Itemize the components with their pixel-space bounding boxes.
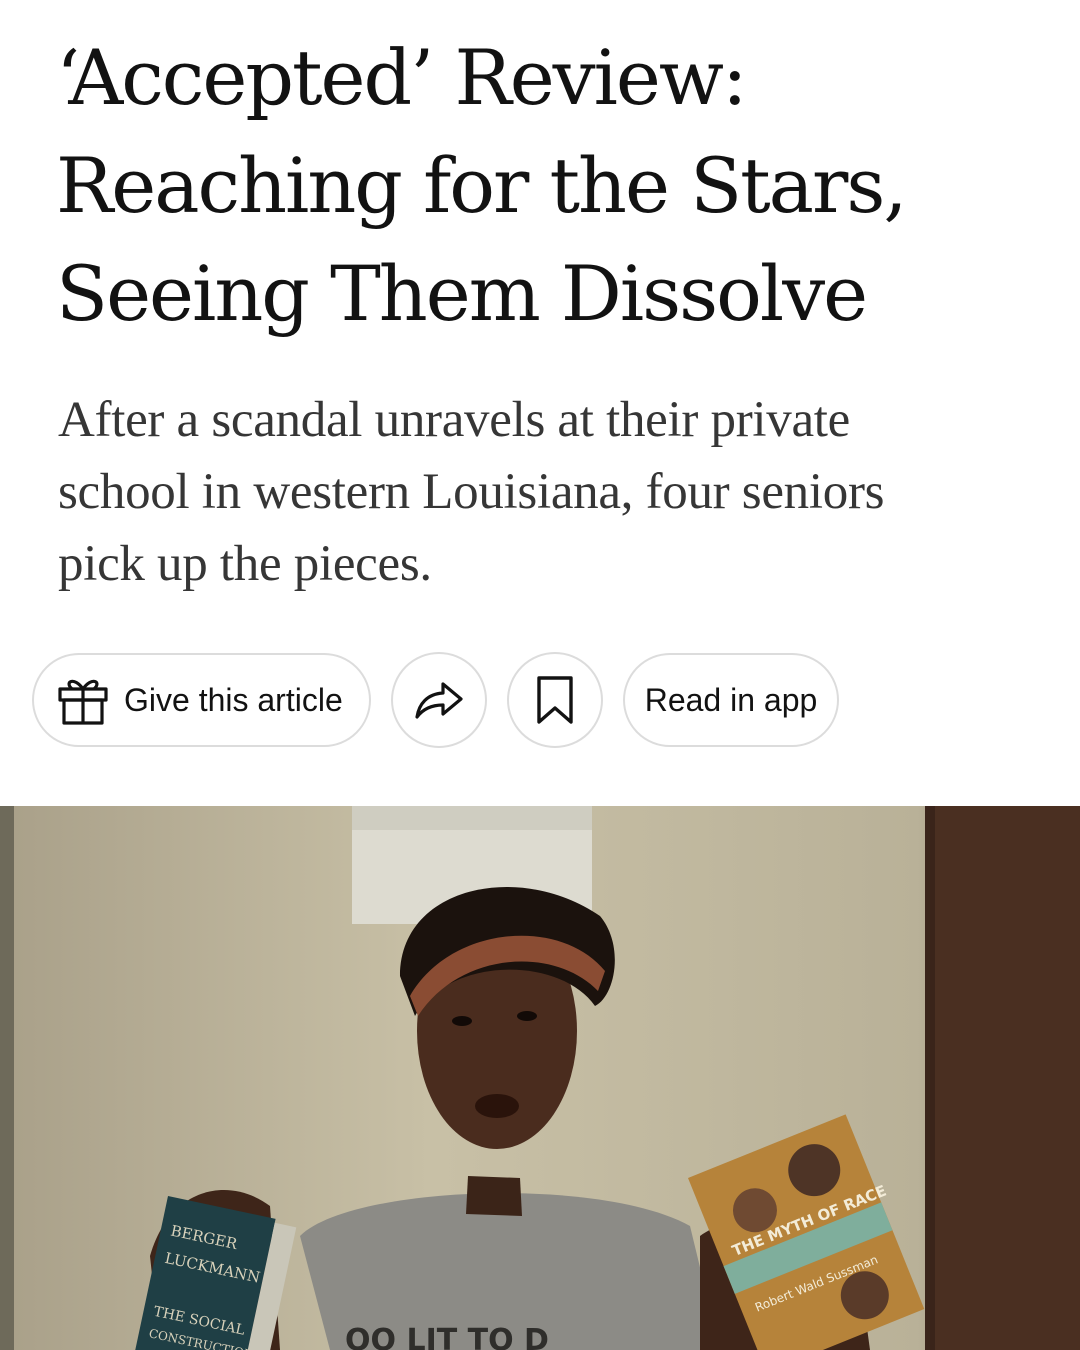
summary-line-2: school in western Louisiana, four senior… bbox=[58, 464, 885, 520]
article-summary: After a scandal unravels at their privat… bbox=[58, 384, 1048, 600]
read-in-app-label: Read in app bbox=[644, 681, 818, 718]
summary-line-3: pick up the pieces. bbox=[58, 536, 432, 592]
bookmark-icon bbox=[533, 674, 577, 726]
gift-icon bbox=[56, 673, 110, 727]
save-button[interactable] bbox=[507, 652, 603, 748]
summary-line-1: After a scandal unravels at their privat… bbox=[58, 392, 850, 448]
article-action-bar: Give this article Read in app bbox=[32, 652, 839, 748]
read-in-app-button[interactable]: Read in app bbox=[623, 653, 839, 747]
share-button[interactable] bbox=[391, 652, 487, 748]
share-icon bbox=[413, 674, 465, 726]
article-headline: ‘Accepted’ Review: Reaching for the Star… bbox=[56, 24, 1046, 348]
give-article-button[interactable]: Give this article bbox=[32, 653, 371, 747]
give-article-label: Give this article bbox=[124, 681, 343, 718]
headline-line-2: Reaching for the Stars, bbox=[56, 141, 908, 230]
headline-line-3: Seeing Them Dissolve bbox=[56, 249, 868, 338]
shirt-text: OO LIT TO D bbox=[345, 1323, 549, 1350]
headline-line-1: ‘Accepted’ Review: bbox=[56, 33, 748, 122]
article-photo: BERGER LUCKMANN THE SOCIAL CONSTRUCTION … bbox=[0, 806, 1080, 1350]
